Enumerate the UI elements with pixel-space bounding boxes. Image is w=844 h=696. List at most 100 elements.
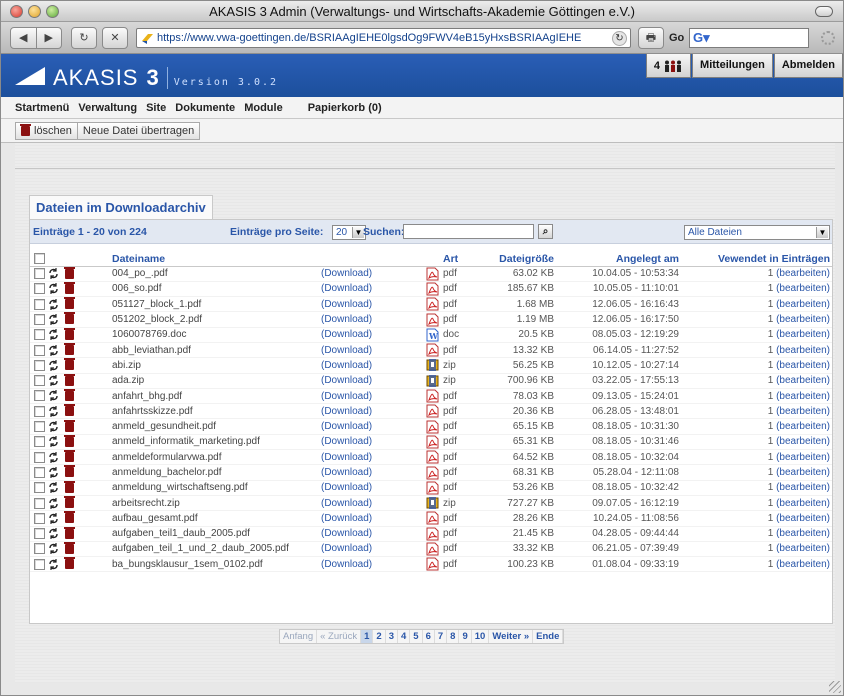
google-search-field[interactable]: G▾ (689, 28, 809, 48)
menu-item-startmenu[interactable]: Startmenü (15, 102, 69, 114)
replace-icon[interactable] (48, 543, 59, 555)
forward-button[interactable]: ▶ (35, 28, 62, 48)
edit-link[interactable]: (bearbeiten) (776, 543, 830, 554)
row-checkbox[interactable] (34, 528, 45, 540)
replace-icon[interactable] (48, 497, 59, 509)
trash-icon[interactable] (64, 557, 75, 570)
row-checkbox[interactable] (34, 482, 45, 494)
page-link[interactable]: 1 (361, 630, 374, 643)
google-search-icon[interactable]: G▾ (693, 30, 710, 46)
row-checkbox[interactable] (34, 359, 45, 371)
trash-icon[interactable] (64, 496, 75, 509)
download-link[interactable]: (Download) (321, 373, 413, 388)
row-checkbox[interactable] (34, 451, 45, 463)
download-link[interactable]: (Download) (321, 526, 413, 541)
download-link[interactable]: (Download) (321, 312, 413, 327)
row-checkbox[interactable] (34, 329, 45, 341)
page-link[interactable]: 10 (472, 630, 490, 643)
replace-icon[interactable] (48, 268, 59, 280)
online-users-button[interactable]: 4 (645, 54, 692, 78)
edit-link[interactable]: (bearbeiten) (776, 467, 830, 478)
download-link[interactable]: (Download) (321, 342, 413, 357)
replace-icon[interactable] (48, 298, 59, 310)
replace-icon[interactable] (48, 451, 59, 463)
column-header-type[interactable]: Art (443, 244, 478, 267)
page-next[interactable]: Weiter » (489, 630, 534, 643)
download-link[interactable]: (Download) (321, 388, 413, 403)
row-checkbox[interactable] (34, 268, 45, 280)
edit-link[interactable]: (bearbeiten) (776, 329, 830, 340)
page-link[interactable]: 9 (459, 630, 472, 643)
row-checkbox[interactable] (34, 558, 45, 570)
page-link[interactable]: 3 (386, 630, 398, 643)
search-input[interactable] (403, 224, 534, 239)
edit-link[interactable]: (bearbeiten) (776, 283, 830, 294)
replace-icon[interactable] (48, 482, 59, 494)
address-bar[interactable]: https://www.vwa-goettingen.de/BSRIAAgIEH… (136, 28, 631, 48)
menu-item-papierkorb[interactable]: Papierkorb (0) (308, 102, 382, 114)
page-prev[interactable]: « Zurück (317, 630, 362, 643)
trash-icon[interactable] (64, 373, 75, 386)
menu-item-module[interactable]: Module (244, 102, 283, 114)
download-link[interactable]: (Download) (321, 465, 413, 480)
column-header-used[interactable]: Vewendet in Einträgen (679, 244, 832, 267)
trash-icon[interactable] (64, 434, 75, 447)
edit-link[interactable]: (bearbeiten) (776, 375, 830, 386)
row-checkbox[interactable] (34, 283, 45, 295)
row-checkbox[interactable] (34, 497, 45, 509)
download-link[interactable]: (Download) (321, 404, 413, 419)
replace-icon[interactable] (48, 512, 59, 524)
trash-icon[interactable] (64, 358, 75, 371)
download-link[interactable]: (Download) (321, 450, 413, 465)
print-button[interactable]: 🖶 (638, 27, 664, 49)
edit-link[interactable]: (bearbeiten) (776, 345, 830, 356)
resize-grip-icon[interactable] (829, 681, 841, 693)
replace-icon[interactable] (48, 375, 59, 387)
download-link[interactable]: (Download) (321, 495, 413, 510)
file-filter-select[interactable]: Alle Dateien ▼ (684, 225, 830, 240)
trash-icon[interactable] (64, 281, 75, 294)
download-link[interactable]: (Download) (321, 419, 413, 434)
replace-icon[interactable] (48, 558, 59, 570)
trash-icon[interactable] (64, 465, 75, 478)
replace-icon[interactable] (48, 405, 59, 417)
trash-icon[interactable] (64, 343, 75, 356)
trash-icon[interactable] (64, 388, 75, 401)
trash-icon[interactable] (64, 404, 75, 417)
edit-link[interactable]: (bearbeiten) (776, 513, 830, 524)
toolbar-toggle-button[interactable] (815, 6, 833, 17)
replace-icon[interactable] (48, 283, 59, 295)
page-link[interactable]: 7 (435, 630, 448, 643)
edit-link[interactable]: (bearbeiten) (776, 436, 830, 447)
replace-icon[interactable] (48, 359, 59, 371)
menu-item-dokumente[interactable]: Dokumente (175, 102, 235, 114)
row-checkbox[interactable] (34, 436, 45, 448)
column-header-size[interactable]: Dateigröße (478, 244, 554, 267)
row-checkbox[interactable] (34, 512, 45, 524)
download-link[interactable]: (Download) (321, 327, 413, 342)
edit-link[interactable]: (bearbeiten) (776, 406, 830, 417)
menu-item-verwaltung[interactable]: Verwaltung (78, 102, 137, 114)
upload-file-button[interactable]: Neue Datei übertragen (77, 122, 201, 140)
edit-link[interactable]: (bearbeiten) (776, 528, 830, 539)
trash-icon[interactable] (64, 511, 75, 524)
menu-item-site[interactable]: Site (146, 102, 166, 114)
column-header-name[interactable]: Dateiname (102, 244, 321, 267)
page-link[interactable]: 4 (398, 630, 411, 643)
per-page-select[interactable]: 20 ▼ (332, 225, 366, 240)
back-button[interactable]: ◀ (11, 28, 36, 48)
delete-button[interactable]: löschen (15, 122, 78, 140)
page-link[interactable]: 2 (373, 630, 386, 643)
trash-icon[interactable] (64, 526, 75, 539)
replace-icon[interactable] (48, 528, 59, 540)
row-checkbox[interactable] (34, 543, 45, 555)
edit-link[interactable]: (bearbeiten) (776, 268, 830, 279)
row-checkbox[interactable] (34, 466, 45, 478)
download-link[interactable]: (Download) (321, 541, 413, 556)
stop-button[interactable]: ✕ (102, 27, 128, 49)
download-link[interactable]: (Download) (321, 434, 413, 449)
edit-link[interactable]: (bearbeiten) (776, 559, 830, 570)
row-checkbox[interactable] (34, 344, 45, 356)
download-link[interactable]: (Download) (321, 297, 413, 312)
download-link[interactable]: (Download) (321, 511, 413, 526)
